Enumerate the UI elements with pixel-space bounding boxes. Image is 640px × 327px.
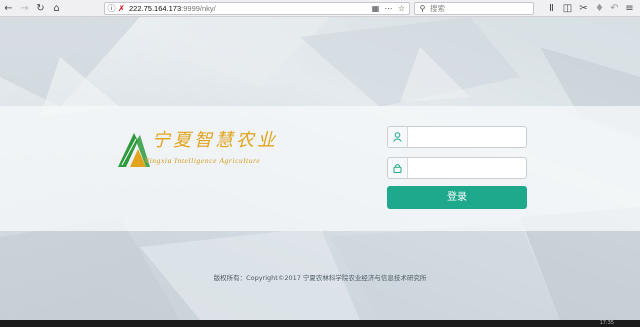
library-icon[interactable]: Ⅱ: [546, 2, 557, 15]
addon-icon[interactable]: ♦: [594, 2, 605, 15]
undo-icon[interactable]: ↶: [609, 2, 620, 15]
reload-icon[interactable]: ↻: [35, 2, 46, 15]
login-page: 宁夏智慧农业 Ningxia Intelligence Agriculture …: [0, 17, 640, 320]
username-addon: [388, 127, 408, 147]
qr-code-icon[interactable]: ▦: [371, 3, 380, 14]
insecure-lock-icon[interactable]: ✗: [117, 3, 126, 14]
username-input[interactable]: [408, 127, 524, 147]
search-placeholder[interactable]: 搜索: [430, 3, 445, 14]
login-band: [0, 106, 640, 231]
password-input[interactable]: [408, 158, 524, 178]
logo: 宁夏智慧农业 Ningxia Intelligence Agriculture: [116, 129, 306, 181]
back-arrow-icon[interactable]: ←: [3, 2, 14, 15]
sidebar-icon[interactable]: ◫: [562, 2, 573, 15]
info-icon[interactable]: ⓘ: [107, 3, 116, 14]
menu-icon[interactable]: ≡: [624, 2, 635, 15]
taskbar: 17:35: [0, 320, 640, 327]
home-icon[interactable]: ⌂: [51, 2, 62, 15]
username-field: [387, 126, 527, 148]
more-dots-icon[interactable]: ⋯: [384, 3, 393, 14]
logo-subtitle: Ningxia Intelligence Agriculture: [144, 156, 261, 165]
password-field: [387, 157, 527, 179]
login-button[interactable]: 登录: [387, 186, 527, 209]
search-icon: ⚲: [419, 4, 426, 13]
url-text[interactable]: 222.75.164.173:9999/nky/: [129, 3, 216, 14]
password-addon: [388, 158, 408, 178]
lock-icon: [393, 164, 402, 173]
taskbar-clock: 17:35: [599, 320, 614, 326]
screenshot-icon[interactable]: ✂: [578, 2, 589, 15]
bookmark-star-icon[interactable]: ☆: [397, 3, 406, 14]
user-icon: [393, 132, 402, 142]
forward-arrow-icon[interactable]: →: [19, 2, 30, 15]
search-bar[interactable]: ⚲ 搜索: [414, 2, 534, 15]
address-bar[interactable]: ⓘ ✗ 222.75.164.173:9999/nky/ ▦ ⋯ ☆: [104, 2, 410, 15]
logo-title: 宁夏智慧农业: [152, 130, 278, 151]
browser-toolbar: ← → ↻ ⌂ ⓘ ✗ 222.75.164.173:9999/nky/ ▦ ⋯…: [0, 0, 640, 17]
copyright-footer: 版权所有：Copyright©2017 宁夏农林科学院农业经济与信息技术研究所: [213, 274, 427, 282]
